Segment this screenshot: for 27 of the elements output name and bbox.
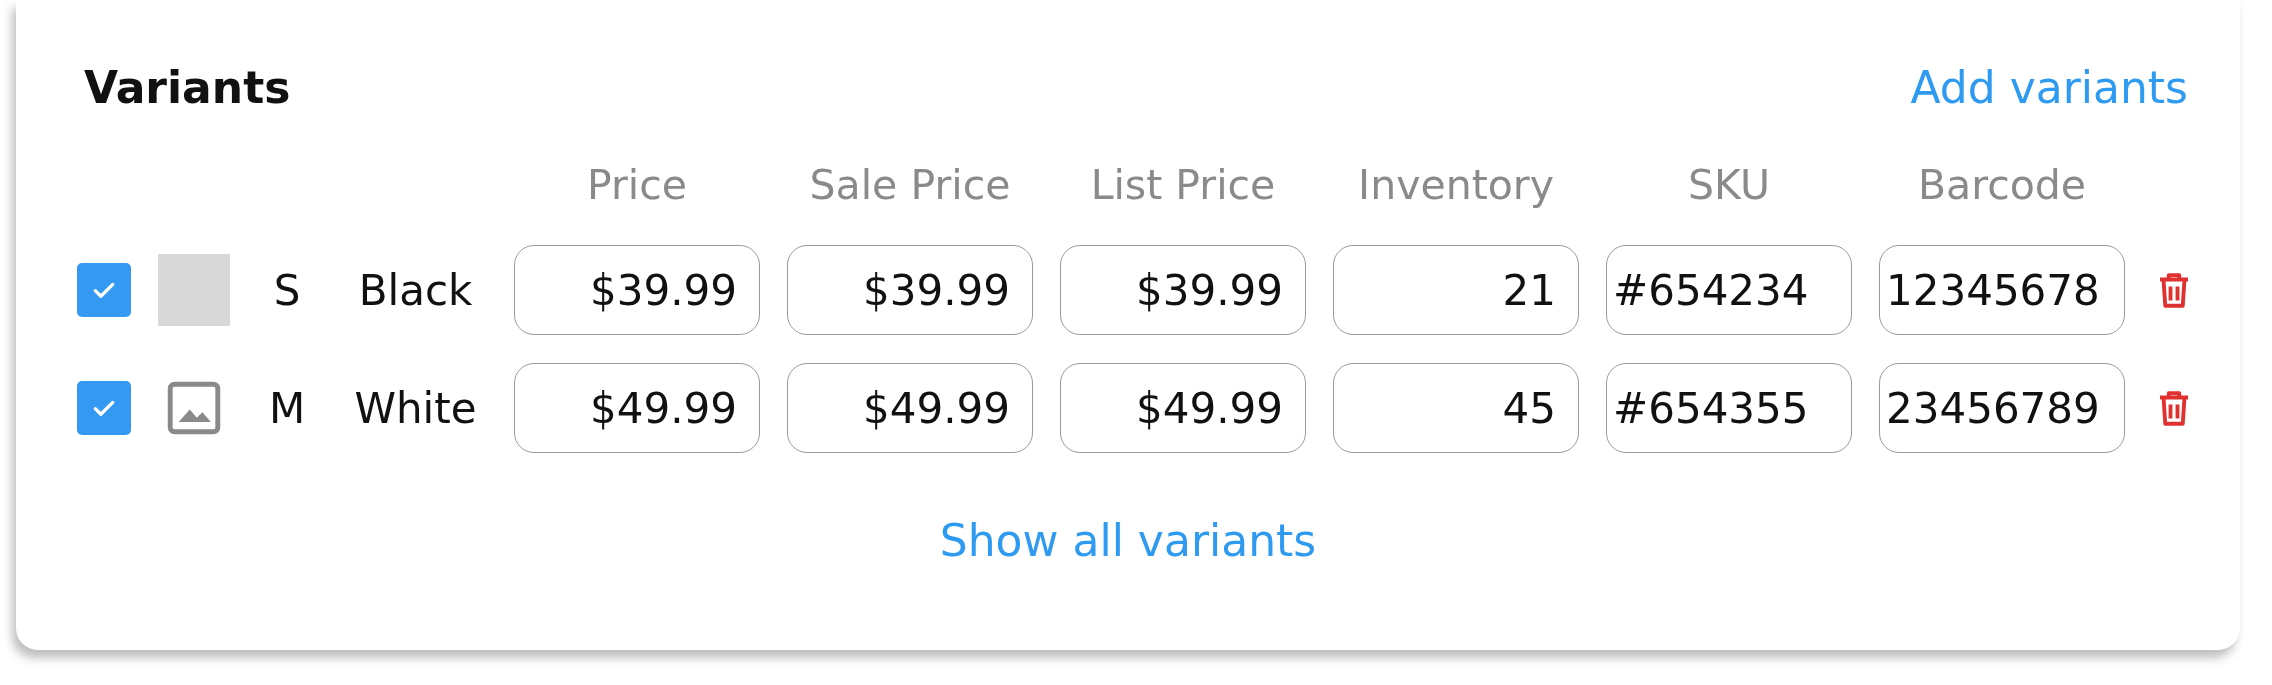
color-label: Black <box>357 265 474 315</box>
input-field[interactable]: $49.99 <box>787 363 1033 453</box>
input-field[interactable]: 21 <box>1333 245 1579 335</box>
input-field[interactable]: #654355 <box>1606 363 1852 453</box>
input-field[interactable]: 45 <box>1333 363 1579 453</box>
input-field[interactable]: $49.99 <box>1060 363 1306 453</box>
column-header: Barcode <box>1916 161 2088 209</box>
column-header: SKU <box>1687 161 1771 209</box>
section-title: Variants <box>84 62 291 113</box>
input-field[interactable]: $39.99 <box>1060 245 1306 335</box>
image-placeholder-icon <box>166 380 222 436</box>
input-field[interactable]: 12345678 <box>1879 245 2125 335</box>
input-field[interactable]: 23456789 <box>1879 363 2125 453</box>
checkbox[interactable] <box>77 263 131 317</box>
input-field[interactable]: $39.99 <box>514 245 760 335</box>
column-header: Sale Price <box>808 161 1012 209</box>
input-field[interactable]: #654234 <box>1606 245 1852 335</box>
color-label: White <box>353 383 478 433</box>
checkbox[interactable] <box>77 381 131 435</box>
column-header: Inventory <box>1357 161 1555 209</box>
column-header: List Price <box>1089 161 1277 209</box>
size-label: M <box>267 383 307 433</box>
color-swatch <box>158 254 230 326</box>
column-header: Price <box>586 161 688 209</box>
size-label: S <box>272 265 302 315</box>
input-field[interactable]: $39.99 <box>787 245 1033 335</box>
input-field[interactable]: $49.99 <box>514 363 760 453</box>
